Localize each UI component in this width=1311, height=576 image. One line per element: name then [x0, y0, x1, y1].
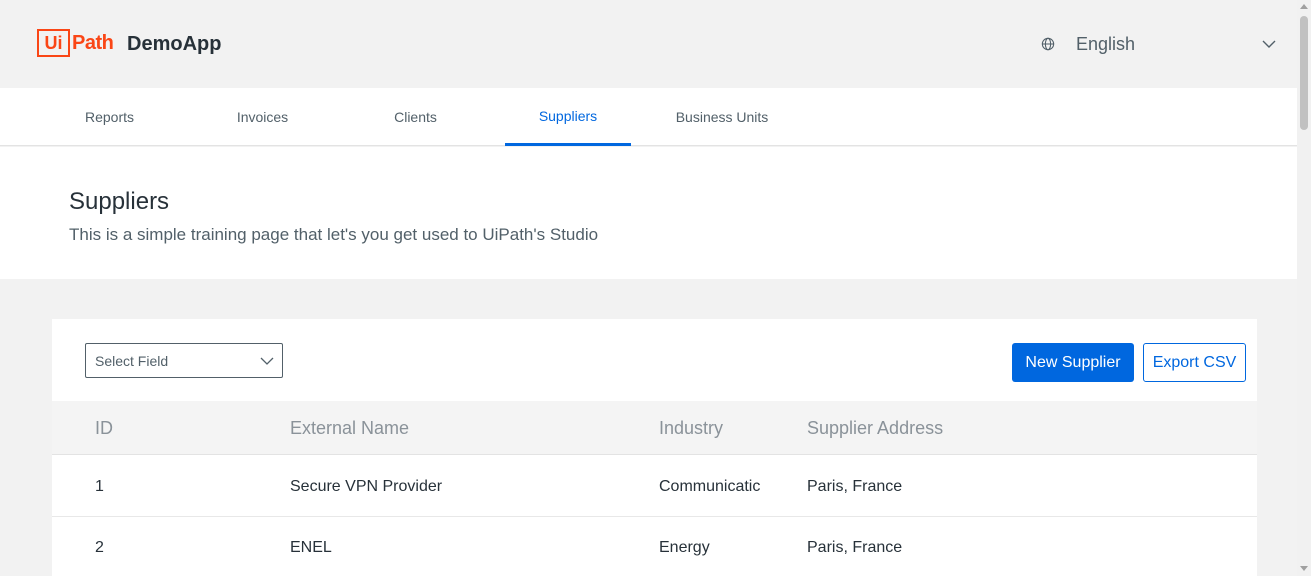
scroll-up-arrow-icon[interactable]	[1300, 4, 1308, 9]
page-subtitle: This is a simple training page that let'…	[69, 225, 599, 244]
scroll-down-arrow-icon[interactable]	[1300, 566, 1308, 571]
select-field-label: Select Field	[95, 352, 169, 369]
page-title: Suppliers	[69, 188, 170, 215]
cell-supplier-address: Paris, France	[807, 538, 903, 556]
cell-industry: Energy	[659, 538, 710, 556]
cell-id: 2	[95, 538, 104, 556]
globe-icon	[1041, 37, 1055, 51]
cell-supplier-address: Paris, France	[807, 477, 903, 495]
select-field-dropdown[interactable]: Select Field	[85, 343, 283, 378]
export-csv-button[interactable]: Export CSV	[1143, 343, 1246, 382]
chevron-down-icon	[1262, 40, 1276, 48]
tab-clients[interactable]: Clients	[359, 88, 472, 146]
uipath-logo[interactable]: Ui Path	[37, 29, 114, 57]
cell-id: 1	[95, 477, 104, 495]
app-header: Ui Path DemoApp English	[0, 0, 1297, 88]
logo-path-text: Path	[72, 31, 114, 54]
language-selector[interactable]: English	[1041, 31, 1281, 57]
cell-external-name: ENEL	[290, 538, 332, 556]
table-row[interactable]: 2 ENEL Energy Paris, France	[52, 517, 1257, 576]
tab-suppliers[interactable]: Suppliers	[505, 88, 631, 146]
cell-external-name: Secure VPN Provider	[290, 477, 443, 495]
logo-ui-box: Ui	[37, 29, 70, 57]
column-header-supplier-address[interactable]: Supplier Address	[807, 401, 943, 455]
tab-reports[interactable]: Reports	[53, 88, 166, 146]
suppliers-card: Select Field New Supplier Export CSV ID …	[52, 319, 1257, 576]
table-row[interactable]: 1 Secure VPN Provider Communicatic Paris…	[52, 456, 1257, 517]
app-name: DemoApp	[127, 33, 222, 55]
tab-invoices[interactable]: Invoices	[206, 88, 319, 146]
main-nav: Reports Invoices Clients Suppliers Busin…	[0, 88, 1297, 146]
chevron-down-icon	[260, 357, 274, 365]
cell-industry: Communicatic	[659, 477, 761, 495]
page-header: Suppliers This is a simple training page…	[0, 147, 1297, 279]
column-header-external-name[interactable]: External Name	[290, 401, 409, 455]
column-header-industry[interactable]: Industry	[659, 401, 723, 455]
column-header-id[interactable]: ID	[95, 401, 113, 455]
vertical-scrollbar[interactable]	[1297, 0, 1311, 576]
scrollbar-thumb[interactable]	[1300, 16, 1308, 130]
new-supplier-button[interactable]: New Supplier	[1012, 343, 1134, 382]
table-header: ID External Name Industry Supplier Addre…	[52, 401, 1257, 455]
tab-business-units[interactable]: Business Units	[659, 88, 785, 146]
language-label: English	[1076, 33, 1136, 54]
